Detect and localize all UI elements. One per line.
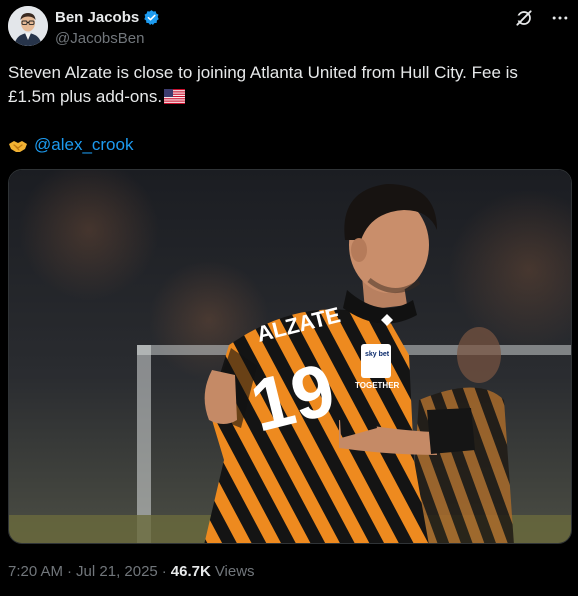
avatar[interactable] bbox=[8, 6, 48, 46]
us-flag-emoji-icon bbox=[164, 87, 186, 111]
header-actions bbox=[514, 8, 570, 28]
meta-separator: · bbox=[67, 563, 73, 580]
tweet-meta: 7:20 AM · Jul 21, 2025 · 46.7K Views bbox=[8, 563, 255, 580]
user-handle[interactable]: @JacobsBen bbox=[55, 30, 160, 47]
mention-link[interactable]: @alex_crook bbox=[34, 133, 133, 157]
chest-text: TOGETHER bbox=[355, 381, 400, 390]
tweet-body: Steven Alzate is close to joining Atlant… bbox=[8, 63, 518, 106]
media-image[interactable]: ALZATE 19 sky bet TOGETHER bbox=[8, 169, 572, 544]
tweet-header: Ben Jacobs @JacobsBen bbox=[8, 6, 570, 48]
handshake-emoji-icon bbox=[8, 137, 28, 153]
views-count[interactable]: 46.7K bbox=[171, 563, 211, 580]
display-name[interactable]: Ben Jacobs bbox=[55, 9, 139, 26]
sponsor-text: sky bet bbox=[365, 351, 390, 358]
grok-icon[interactable] bbox=[514, 8, 534, 28]
more-options-icon[interactable] bbox=[550, 8, 570, 28]
verified-badge-icon[interactable] bbox=[143, 9, 160, 26]
user-info: Ben Jacobs @JacobsBen bbox=[55, 8, 160, 47]
mention-row: @alex_crook bbox=[8, 133, 133, 157]
tweet-text: Steven Alzate is close to joining Atlant… bbox=[8, 61, 568, 111]
meta-separator: · bbox=[161, 563, 167, 580]
tweet-time[interactable]: 7:20 AM bbox=[8, 563, 63, 580]
tweet-date[interactable]: Jul 21, 2025 bbox=[76, 563, 158, 580]
tweet-card: Ben Jacobs @JacobsBen Steven Alzate is c… bbox=[0, 0, 578, 596]
views-label: Views bbox=[214, 563, 255, 580]
